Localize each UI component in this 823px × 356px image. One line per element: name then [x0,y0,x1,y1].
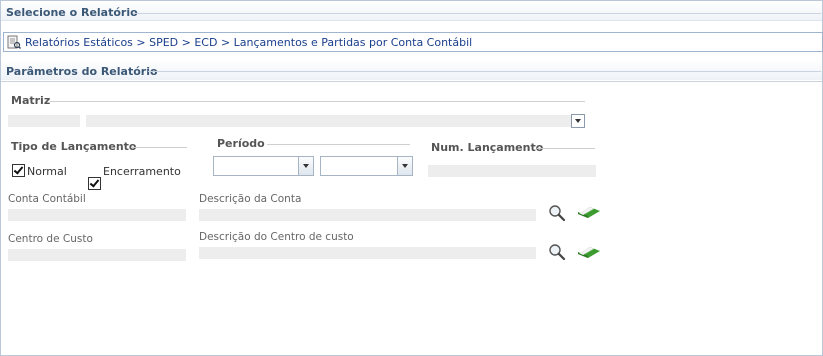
params-title: Parâmetros do Relatório [6,65,158,78]
select-report-rule [133,13,821,14]
periodo-start-select[interactable] [213,156,314,176]
descricao-centro-custo-field[interactable] [199,247,536,259]
encerramento-checkbox-label[interactable]: Encerramento [103,165,181,178]
params-rule [148,71,821,72]
matriz-dropdown-button[interactable] [571,114,585,128]
magnifier-icon[interactable] [548,243,566,261]
normal-checkbox[interactable] [12,164,25,177]
params-separator [1,81,822,82]
breadcrumb-text[interactable]: Relatórios Estáticos > SPED > ECD > Lanç… [25,36,472,49]
normal-checkbox-label[interactable]: Normal [27,165,67,178]
section-separator [1,20,822,21]
tipo-lancamento-rule [131,147,187,148]
matriz-rule [50,101,585,102]
periodo-label: Período [217,137,265,150]
breadcrumb[interactable]: Relatórios Estáticos > SPED > ECD > Lanç… [3,32,823,52]
matriz-label: Matriz [11,94,51,107]
descricao-conta-field[interactable] [199,209,536,221]
descricao-conta-label: Descrição da Conta [199,193,302,205]
report-icon [7,35,21,49]
chevron-down-icon [402,164,408,168]
centro-custo-label: Centro de Custo [8,233,93,245]
num-lancamento-field[interactable] [428,165,596,177]
window-frame [0,0,823,356]
periodo-end-select[interactable] [320,156,413,176]
centro-custo-field[interactable] [8,249,186,261]
chevron-down-icon [303,164,309,168]
num-lancamento-label: Num. Lançamento [431,141,544,154]
eraser-icon[interactable] [576,245,602,259]
encerramento-checkbox[interactable] [88,177,101,190]
matriz-name-field[interactable] [86,115,571,127]
chevron-down-icon [575,119,581,123]
tipo-lancamento-label: Tipo de Lançamento [11,140,137,153]
select-report-title: Selecione o Relatório [6,6,138,19]
descricao-centro-custo-label: Descrição do Centro de custo [199,231,354,243]
num-lancamento-rule [537,148,595,149]
periodo-start-dropdown-button[interactable] [298,157,313,175]
periodo-rule [267,144,410,145]
magnifier-icon[interactable] [548,204,566,222]
conta-contabil-field[interactable] [8,209,186,221]
conta-contabil-label: Conta Contábil [8,193,86,205]
periodo-end-dropdown-button[interactable] [397,157,412,175]
matriz-code-field[interactable] [8,115,80,127]
eraser-icon[interactable] [576,205,602,219]
